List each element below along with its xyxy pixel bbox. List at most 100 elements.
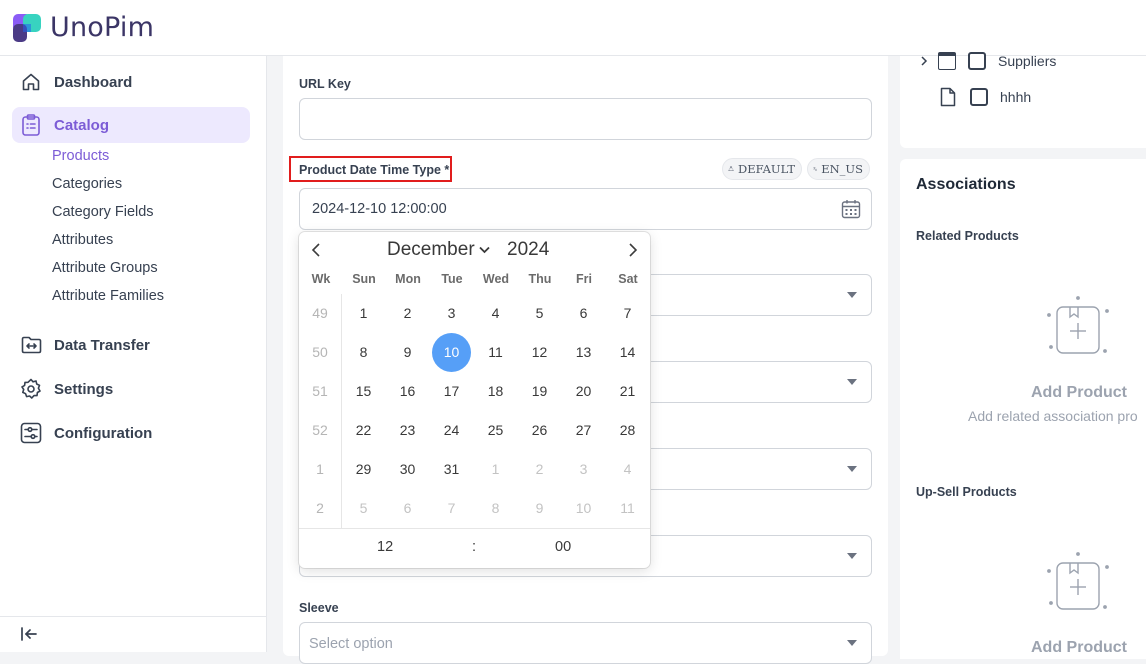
tree-item-hhhh[interactable]: hhhh (940, 87, 1031, 107)
calendar-day[interactable]: 14 (608, 333, 647, 372)
sidebar-subitem-attributes[interactable]: Attributes (52, 232, 113, 248)
calendar-day[interactable]: 28 (608, 411, 647, 450)
calendar-day[interactable]: 22 (344, 411, 383, 450)
chevron-right-icon[interactable] (920, 55, 928, 67)
sidebar-item-label: Settings (54, 380, 114, 398)
calendar-day-selected[interactable]: 10 (432, 333, 471, 372)
app-logo[interactable]: UnoPim (12, 12, 154, 43)
related-add-product-title[interactable]: Add Product (1031, 384, 1127, 402)
calendar-day[interactable]: 5 (520, 294, 559, 333)
calendar-day[interactable]: 26 (520, 411, 559, 450)
sidebar-subitem-attribute-families[interactable]: Attribute Families (52, 288, 164, 304)
upsell-add-product-title[interactable]: Add Product (1031, 639, 1127, 657)
calendar-day[interactable]: 2 (388, 294, 427, 333)
calendar-day[interactable]: 17 (432, 372, 471, 411)
chevron-down-icon (847, 553, 857, 559)
calendar-day[interactable]: 25 (476, 411, 515, 450)
weekday-thu: Thu (528, 272, 552, 286)
category-checkbox[interactable] (968, 52, 986, 70)
sidebar-subitem-products[interactable]: Products (52, 148, 109, 164)
week-number-divider (341, 294, 342, 528)
calendar-day[interactable]: 3 (432, 294, 471, 333)
sleeve-select[interactable]: Select option (299, 622, 872, 664)
sliders-icon (20, 422, 42, 444)
url-key-input[interactable] (299, 98, 872, 140)
locale-badge: EN_US (807, 158, 870, 180)
sidebar-item-data-transfer[interactable]: Data Transfer (12, 327, 250, 363)
calendar-day[interactable]: 30 (388, 450, 427, 489)
month-select[interactable]: December (387, 239, 490, 261)
sidebar-subitem-attribute-groups[interactable]: Attribute Groups (52, 260, 158, 276)
calendar-day[interactable]: 4 (476, 294, 515, 333)
calendar-day-other-month[interactable]: 7 (432, 489, 471, 528)
sidebar-subitem-categories[interactable]: Categories (52, 176, 122, 192)
tree-item-label: Suppliers (998, 53, 1057, 69)
calendar-day-other-month[interactable]: 1 (476, 450, 515, 489)
collapse-left-icon[interactable] (20, 626, 38, 647)
date-picker-popup: December 2024 Wk Sun Mon Tue Wed Thu Fri Sat 49… (299, 232, 650, 568)
calendar-day[interactable]: 9 (388, 333, 427, 372)
calendar-day[interactable]: 16 (388, 372, 427, 411)
calendar-day-other-month[interactable]: 6 (388, 489, 427, 528)
calendar-day-other-month[interactable]: 8 (476, 489, 515, 528)
hour-input[interactable]: 12 (377, 539, 393, 555)
chevron-down-icon (847, 640, 857, 646)
week-number: 50 (312, 344, 328, 360)
sidebar-item-dashboard[interactable]: Dashboard (12, 64, 250, 100)
chevron-down-icon (479, 246, 490, 254)
chevron-left-icon (311, 243, 320, 257)
category-checkbox[interactable] (970, 88, 988, 106)
folder-arrows-icon (20, 334, 42, 356)
year-input[interactable]: 2024 (507, 239, 549, 261)
calendar-day[interactable]: 15 (344, 372, 383, 411)
unopim-logo-icon (13, 13, 41, 42)
translate-icon (813, 167, 817, 171)
calendar-day-other-month[interactable]: 4 (608, 450, 647, 489)
sidebar-item-catalog[interactable]: Catalog (12, 107, 250, 143)
calendar-day[interactable]: 24 (432, 411, 471, 450)
calendar-day[interactable]: 12 (520, 333, 559, 372)
calendar-day-other-month[interactable]: 9 (520, 489, 559, 528)
sidebar-item-label: Dashboard (54, 73, 133, 91)
related-add-product-desc: Add related association pro (968, 408, 1138, 424)
calendar-icon[interactable] (841, 199, 861, 224)
calendar-day[interactable]: 20 (564, 372, 603, 411)
calendar-day-other-month[interactable]: 2 (520, 450, 559, 489)
calendar-day[interactable]: 13 (564, 333, 603, 372)
calendar-day[interactable]: 21 (608, 372, 647, 411)
sidebar-item-settings[interactable]: Settings (12, 371, 250, 407)
calendar-day-other-month[interactable]: 3 (564, 450, 603, 489)
week-number: 1 (316, 461, 324, 477)
month-label: December (387, 239, 475, 260)
sidebar-item-configuration[interactable]: Configuration (12, 415, 250, 451)
time-separator: : (472, 539, 477, 555)
sidebar-item-label: Catalog (54, 116, 110, 134)
folder-icon (938, 52, 956, 70)
sidebar: Dashboard Catalog Products Categories Ca… (0, 56, 267, 652)
calendar-day[interactable]: 1 (344, 294, 383, 333)
prev-month-button[interactable] (306, 240, 326, 260)
calendar-day[interactable]: 11 (476, 333, 515, 372)
minute-input[interactable]: 00 (555, 539, 571, 555)
calendar-day-other-month[interactable]: 5 (344, 489, 383, 528)
calendar-day[interactable]: 29 (344, 450, 383, 489)
calendar-day[interactable]: 7 (608, 294, 647, 333)
sidebar-subitem-category-fields[interactable]: Category Fields (52, 204, 154, 220)
calendar-day[interactable]: 6 (564, 294, 603, 333)
week-number: 2 (316, 500, 324, 516)
calendar-day[interactable]: 27 (564, 411, 603, 450)
tree-item-suppliers[interactable]: Suppliers (920, 52, 1056, 70)
calendar-day[interactable]: 18 (476, 372, 515, 411)
next-month-button[interactable] (623, 240, 643, 260)
calendar-day[interactable]: 19 (520, 372, 559, 411)
weekday-fri: Fri (576, 272, 592, 286)
calendar-day[interactable]: 31 (432, 450, 471, 489)
calendar-day-other-month[interactable]: 11 (608, 489, 647, 528)
calendar-day-other-month[interactable]: 10 (564, 489, 603, 528)
calendar-day[interactable]: 8 (344, 333, 383, 372)
weekday-sun: Sun (352, 272, 376, 286)
calendar-day[interactable]: 23 (388, 411, 427, 450)
date-time-input[interactable]: 2024-12-10 12:00:00 (299, 188, 872, 230)
week-number: 49 (312, 305, 328, 321)
add-product-icon (1043, 551, 1115, 618)
